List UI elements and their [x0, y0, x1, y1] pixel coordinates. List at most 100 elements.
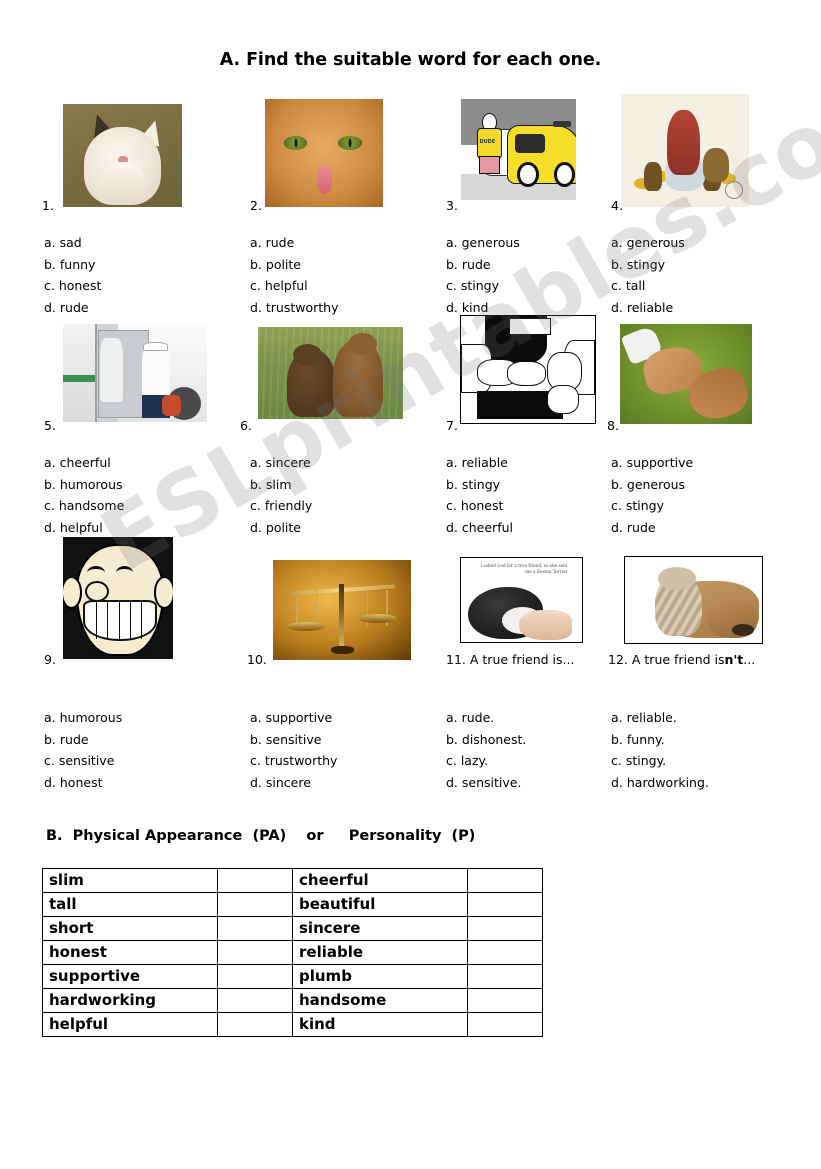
table-row: tall beautiful — [42, 892, 543, 917]
right-answer-cell[interactable] — [467, 964, 543, 989]
right-word: reliable — [292, 940, 468, 965]
option-d[interactable]: d. honest — [44, 772, 122, 794]
left-word: short — [42, 916, 218, 941]
option-a[interactable]: a. sincere — [250, 452, 312, 474]
question-12 — [624, 556, 763, 644]
question-11-image: I asked God for a true friend, so she se… — [460, 557, 583, 643]
option-a[interactable]: a. generous — [611, 232, 685, 254]
question-3-image: DUDE — [461, 99, 576, 200]
question-8 — [620, 324, 752, 424]
option-c[interactable]: c. helpful — [250, 275, 339, 297]
question-12-caption-tail: ... — [743, 652, 756, 667]
option-d[interactable]: d. rude — [611, 517, 693, 539]
option-b[interactable]: b. rude — [446, 254, 520, 276]
question-5-number: 5. — [44, 418, 56, 433]
left-word: supportive — [42, 964, 218, 989]
question-9 — [63, 537, 173, 659]
option-d[interactable]: d. sincere — [250, 772, 337, 794]
option-a[interactable]: a. generous — [446, 232, 520, 254]
left-word: honest — [42, 940, 218, 965]
option-b[interactable]: b. stingy — [446, 474, 513, 496]
option-d[interactable]: d. kind — [446, 297, 520, 319]
option-d[interactable]: d. rude — [44, 297, 101, 319]
right-answer-cell[interactable] — [467, 916, 543, 941]
option-a[interactable]: a. rude. — [446, 707, 526, 729]
option-a[interactable]: a. sad — [44, 232, 101, 254]
option-a[interactable]: a. supportive — [611, 452, 693, 474]
left-answer-cell[interactable] — [217, 964, 293, 989]
question-4-number: 4. — [611, 198, 623, 213]
option-c[interactable]: c. honest — [446, 495, 513, 517]
option-c[interactable]: c. friendly — [250, 495, 312, 517]
option-c[interactable]: c. stingy. — [611, 750, 709, 772]
left-answer-cell[interactable] — [217, 892, 293, 917]
table-row: supportive plumb — [42, 964, 543, 989]
option-d[interactable]: d. reliable — [611, 297, 685, 319]
option-d[interactable]: d. sensitive. — [446, 772, 526, 794]
question-8-options: a. supportive b. generous c. stingy d. r… — [611, 452, 693, 538]
left-answer-cell[interactable] — [217, 1012, 293, 1037]
option-b[interactable]: b. polite — [250, 254, 339, 276]
option-a[interactable]: a. supportive — [250, 707, 337, 729]
question-8-image — [620, 324, 752, 424]
right-word: cheerful — [292, 868, 468, 893]
question-12-caption-text: A true friend is — [631, 652, 725, 667]
option-c[interactable]: c. lazy. — [446, 750, 526, 772]
right-word: beautiful — [292, 892, 468, 917]
option-a[interactable]: a. reliable. — [611, 707, 709, 729]
option-d[interactable]: d. cheerful — [446, 517, 513, 539]
question-5-image — [63, 324, 207, 422]
right-answer-cell[interactable] — [467, 940, 543, 965]
option-c[interactable]: c. tall — [611, 275, 685, 297]
option-b[interactable]: b. funny — [44, 254, 101, 276]
option-b[interactable]: b. funny. — [611, 729, 709, 751]
question-6-number: 6. — [240, 418, 252, 433]
option-c[interactable]: c. handsome — [44, 495, 124, 517]
option-b[interactable]: b. stingy — [611, 254, 685, 276]
left-answer-cell[interactable] — [217, 868, 293, 893]
option-a[interactable]: a. rude — [250, 232, 339, 254]
option-c[interactable]: c. stingy — [611, 495, 693, 517]
option-b[interactable]: b. rude — [44, 729, 122, 751]
option-b[interactable]: b. dishonest. — [446, 729, 526, 751]
left-answer-cell[interactable] — [217, 988, 293, 1013]
question-12-image — [624, 556, 763, 644]
option-b[interactable]: b. humorous — [44, 474, 124, 496]
question-11-number: 11. — [446, 652, 466, 667]
option-b[interactable]: b. sensitive — [250, 729, 337, 751]
question-11-options: a. rude. b. dishonest. c. lazy. d. sensi… — [446, 707, 526, 793]
option-d[interactable]: d. helpful — [44, 517, 124, 539]
option-a[interactable]: a. humorous — [44, 707, 122, 729]
question-7-image — [460, 315, 596, 424]
option-a[interactable]: a. cheerful — [44, 452, 124, 474]
left-answer-cell[interactable] — [217, 940, 293, 965]
question-1-image — [63, 104, 182, 207]
option-c[interactable]: c. stingy — [446, 275, 520, 297]
right-answer-cell[interactable] — [467, 868, 543, 893]
option-c[interactable]: c. sensitive — [44, 750, 122, 772]
option-b[interactable]: b. generous — [611, 474, 693, 496]
option-d[interactable]: d. hardworking. — [611, 772, 709, 794]
option-b[interactable]: b. slim — [250, 474, 312, 496]
right-word: handsome — [292, 988, 468, 1013]
option-d[interactable]: d. trustworthy — [250, 297, 339, 319]
option-a[interactable]: a. reliable — [446, 452, 513, 474]
option-c[interactable]: c. trustworthy — [250, 750, 337, 772]
left-word: tall — [42, 892, 218, 917]
right-word: kind — [292, 1012, 468, 1037]
question-3: DUDE — [461, 99, 576, 200]
question-10-number: 10. — [247, 652, 267, 667]
right-answer-cell[interactable] — [467, 1012, 543, 1037]
question-12-number-caption: 12. A true friend isn't... — [608, 652, 755, 667]
option-d[interactable]: d. polite — [250, 517, 312, 539]
question-1-options: a. sad b. funny c. honest d. rude — [44, 232, 101, 318]
left-word: hardworking — [42, 988, 218, 1013]
table-row: hardworking handsome — [42, 988, 543, 1013]
option-c[interactable]: c. honest — [44, 275, 101, 297]
left-answer-cell[interactable] — [217, 916, 293, 941]
question-11-image-overlay-text: I asked God for a true friend, so she se… — [480, 563, 568, 575]
right-answer-cell[interactable] — [467, 892, 543, 917]
right-answer-cell[interactable] — [467, 988, 543, 1013]
question-12-caption-bold: n't — [724, 652, 744, 667]
question-10 — [273, 560, 411, 660]
